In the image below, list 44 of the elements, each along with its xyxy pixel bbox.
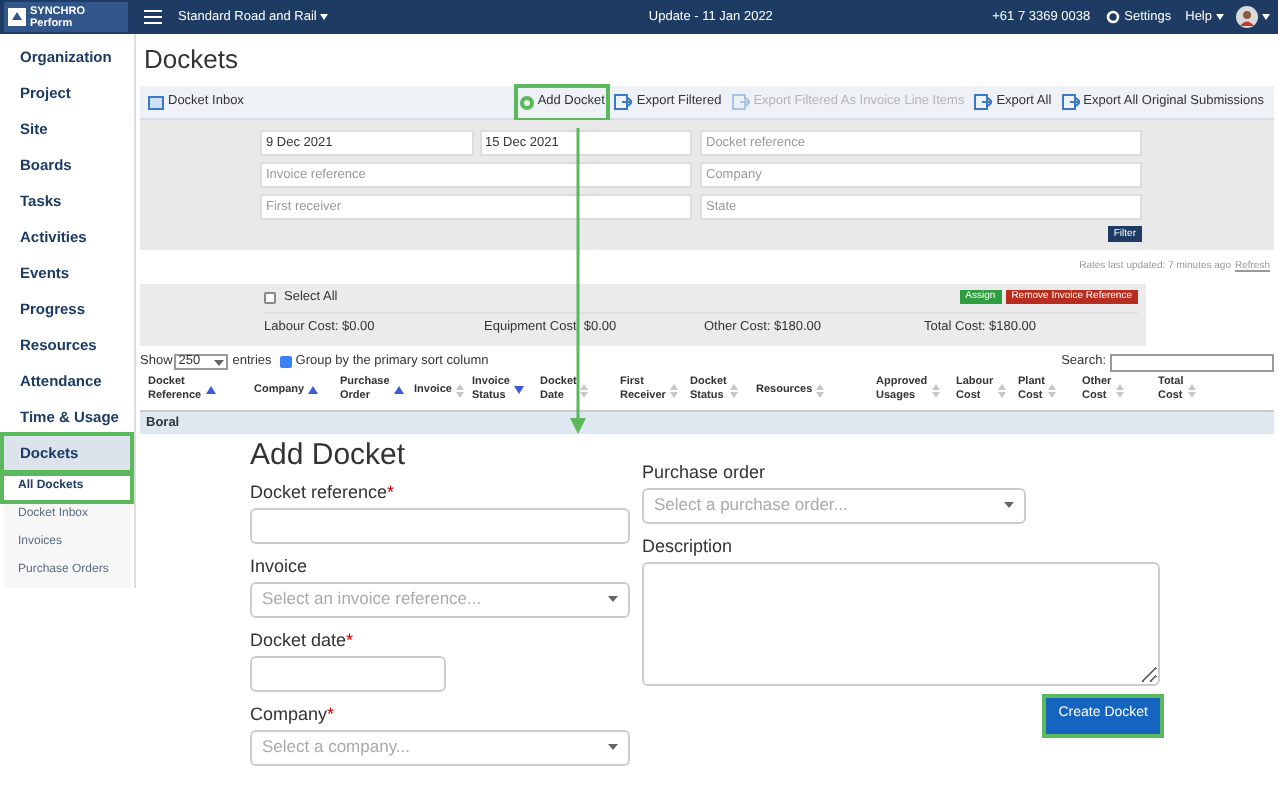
field-label: Purchase order: [642, 461, 768, 483]
page-title: Dockets: [144, 44, 240, 76]
sort-icon[interactable]: [1048, 383, 1057, 397]
sort-descending-icon[interactable]: [513, 386, 524, 394]
sort-icon[interactable]: [730, 383, 739, 397]
date-field[interactable]: [250, 655, 446, 691]
description-field[interactable]: [642, 561, 1160, 685]
checkbox[interactable]: [279, 356, 292, 368]
export-icon: [1061, 94, 1080, 110]
caret-icon: [608, 596, 618, 602]
caret-icon: [1004, 502, 1014, 508]
field-label: Company*: [250, 703, 337, 725]
sort-icon[interactable]: [1115, 383, 1124, 397]
settings-icon[interactable]: [1106, 10, 1121, 24]
export-icon: [731, 94, 750, 110]
caret-icon: [320, 14, 329, 20]
caret-icon: [214, 359, 225, 365]
caret-icon[interactable]: [1262, 14, 1270, 20]
add-icon: [519, 95, 534, 109]
sort-icon[interactable]: [669, 383, 678, 397]
sort-icon[interactable]: [816, 383, 825, 397]
sort-icon[interactable]: [455, 383, 464, 397]
menu-icon[interactable]: [144, 10, 162, 24]
checkbox[interactable]: [264, 291, 276, 303]
sort-ascending-icon[interactable]: [205, 386, 216, 394]
sort-icon[interactable]: [931, 383, 940, 397]
sort-ascending-icon[interactable]: [308, 386, 319, 394]
sort-icon[interactable]: [1187, 383, 1196, 397]
search-field[interactable]: [1110, 353, 1274, 371]
inbox-icon: [148, 95, 164, 109]
field-label: Docket reference*: [250, 481, 397, 503]
sort-ascending-icon[interactable]: [393, 386, 404, 394]
caret-icon: [608, 744, 618, 750]
text-field[interactable]: [250, 507, 630, 543]
caret-icon: [1216, 14, 1224, 20]
export-icon: [614, 94, 633, 110]
field-label: Invoice: [250, 555, 310, 577]
avatar-icon[interactable]: [1236, 6, 1258, 28]
field-label: Docket date*: [250, 629, 356, 651]
export-icon: [974, 94, 993, 110]
form-title: Add Docket: [250, 437, 406, 473]
sort-icon[interactable]: [997, 383, 1006, 397]
sort-icon[interactable]: [580, 383, 589, 397]
field-label: Description: [642, 535, 735, 557]
